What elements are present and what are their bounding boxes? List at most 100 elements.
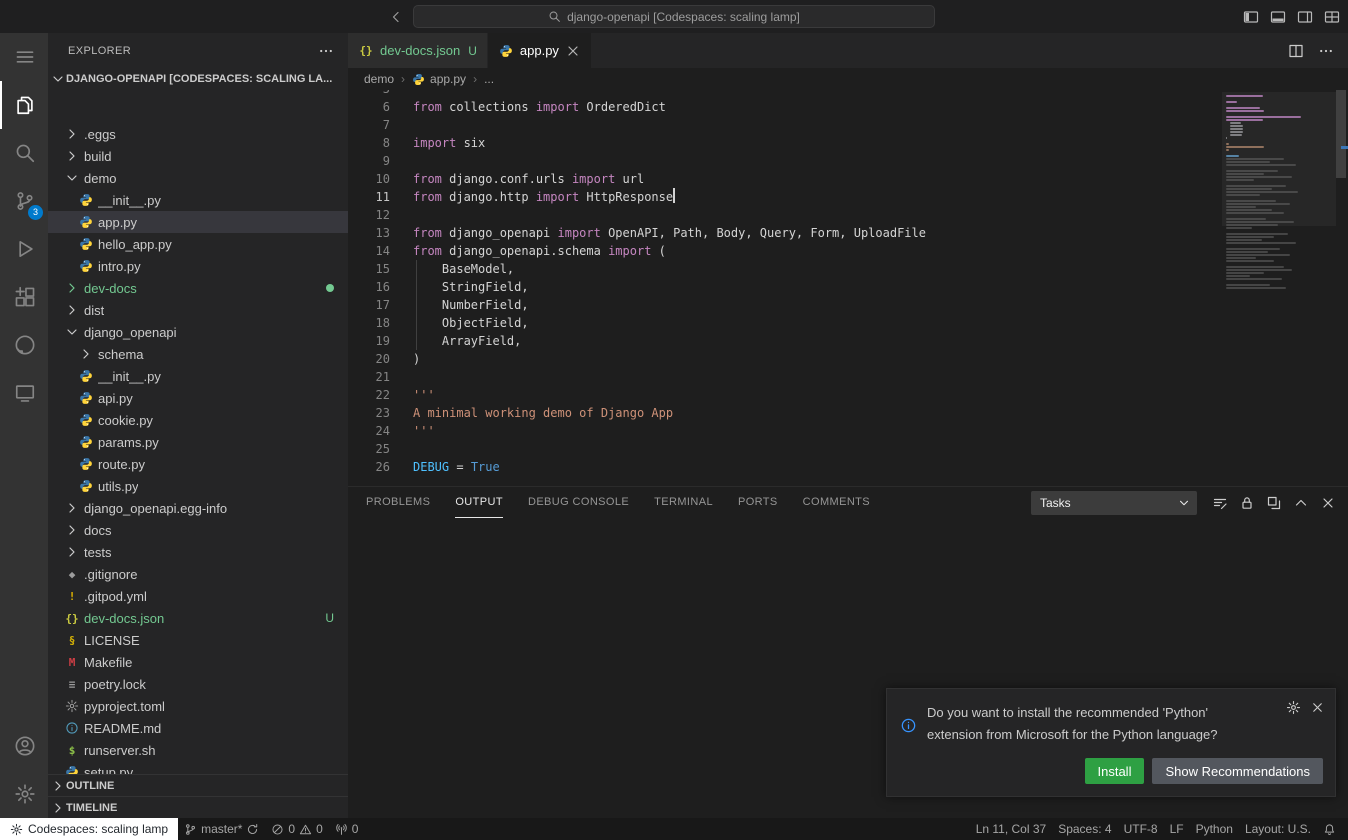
tree-item-params.py[interactable]: params.py [48, 431, 348, 453]
tree-item-__init__.py[interactable]: __init__.py [48, 365, 348, 387]
tree-item-pyproject.toml[interactable]: pyproject.toml [48, 695, 348, 717]
notifications-bell[interactable] [1317, 818, 1342, 840]
open-in-editor-icon[interactable] [1266, 495, 1282, 511]
panel-tabs: PROBLEMS OUTPUT DEBUG CONSOLE TERMINAL PORTS… [366, 487, 895, 518]
activity-bar-bottom [0, 722, 48, 818]
explorer-actions-icon[interactable] [318, 43, 334, 59]
install-button[interactable]: Install [1085, 758, 1145, 784]
tree-item-dev-docs[interactable]: dev-docs [48, 277, 348, 299]
tree-item-.gitpod.yml[interactable]: !.gitpod.yml [48, 585, 348, 607]
tab-app.py[interactable]: app.py [488, 33, 592, 68]
tree-item-dist[interactable]: dist [48, 299, 348, 321]
activity-source-control[interactable]: 3 [0, 177, 48, 225]
chevron-down-icon [64, 170, 80, 186]
panel-tab-problems[interactable]: PROBLEMS [366, 487, 430, 518]
panel-tab-debug-console[interactable]: DEBUG CONSOLE [528, 487, 629, 518]
tree-item-schema[interactable]: schema [48, 343, 348, 365]
tab-dev-docs.json[interactable]: {}dev-docs.jsonU [348, 33, 488, 68]
close-panel-icon[interactable] [1320, 495, 1336, 511]
minimap[interactable] [1226, 92, 1332, 486]
tree-item-tests[interactable]: tests [48, 541, 348, 563]
timeline-section[interactable]: TIMELINE [48, 796, 348, 818]
panel-tab-comments[interactable]: COMMENTS [803, 487, 870, 518]
activity-settings[interactable] [0, 770, 48, 818]
python-icon [78, 434, 94, 450]
more-actions-icon[interactable] [1318, 43, 1334, 59]
tree-item-dev-docs.json[interactable]: {}dev-docs.jsonU [48, 607, 348, 629]
tree-item-intro.py[interactable]: intro.py [48, 255, 348, 277]
activity-explorer[interactable] [0, 81, 48, 129]
code-line: 17 NumberField, [348, 296, 1218, 314]
workspace-root-folder[interactable]: DJANGO-OPENAPI [CODESPACES: SCALING LA..… [48, 68, 348, 90]
code-line: 24''' [348, 422, 1218, 440]
branch-status[interactable]: master* [178, 818, 265, 840]
activity-remote-explorer[interactable] [0, 369, 48, 417]
output-channel-select[interactable]: Tasks [1031, 491, 1197, 515]
tree-item-docs[interactable]: docs [48, 519, 348, 541]
tree-item-api.py[interactable]: api.py [48, 387, 348, 409]
tab-bar-tabs: {}dev-docs.jsonUapp.py [348, 33, 592, 68]
maximize-panel-icon[interactable] [1293, 495, 1309, 511]
keyboard-layout-status[interactable]: Layout: U.S. [1239, 818, 1317, 840]
tree-item-hello_app.py[interactable]: hello_app.py [48, 233, 348, 255]
tree-item-.gitignore[interactable]: ◆.gitignore [48, 563, 348, 585]
code-editor[interactable]: 56from collections import OrderedDict78i… [348, 90, 1348, 486]
panel-tab-terminal[interactable]: TERMINAL [654, 487, 713, 518]
notification-close-icon[interactable] [1310, 700, 1325, 715]
back-icon[interactable] [388, 9, 404, 25]
tree-item-.eggs[interactable]: .eggs [48, 123, 348, 145]
cursor-position-status[interactable]: Ln 11, Col 37 [970, 818, 1053, 840]
tree-item-LICENSE[interactable]: §LICENSE [48, 629, 348, 651]
tree-item-README.md[interactable]: README.md [48, 717, 348, 739]
activity-account[interactable] [0, 722, 48, 770]
code-line: 11from django.http import HttpResponse [348, 188, 1218, 206]
tree-item-cookie.py[interactable]: cookie.py [48, 409, 348, 431]
tree-item-django_openapi[interactable]: django_openapi [48, 321, 348, 343]
toggle-panel-icon[interactable] [1270, 9, 1286, 25]
language-mode-status[interactable]: Python [1190, 818, 1239, 840]
panel-tab-ports[interactable]: PORTS [738, 487, 778, 518]
breadcrumb-item-app.py[interactable]: app.py [412, 72, 466, 86]
tree-item-__init__.py[interactable]: __init__.py [48, 189, 348, 211]
tree-item-Makefile[interactable]: MMakefile [48, 651, 348, 673]
tree-item-build[interactable]: build [48, 145, 348, 167]
indentation-status[interactable]: Spaces: 4 [1052, 818, 1117, 840]
chevron-right-icon [64, 522, 80, 538]
editor-scrollbar[interactable] [1336, 90, 1346, 178]
close-icon[interactable] [565, 43, 581, 59]
panel-tab-output[interactable]: OUTPUT [455, 487, 503, 518]
outline-section[interactable]: OUTLINE [48, 774, 348, 796]
activity-search[interactable] [0, 129, 48, 177]
split-editor-icon[interactable] [1288, 43, 1304, 59]
problems-status[interactable]: 0 0 [265, 818, 328, 840]
remote-indicator[interactable]: Codespaces: scaling lamp [0, 818, 178, 840]
toggle-secondary-sidebar-icon[interactable] [1297, 9, 1313, 25]
activity-menu[interactable] [0, 33, 48, 81]
tree-item-demo[interactable]: demo [48, 167, 348, 189]
search-icon [548, 10, 561, 23]
activity-github[interactable] [0, 321, 48, 369]
tree-item-setup.py[interactable]: setup.py [48, 761, 348, 774]
activity-run-debug[interactable] [0, 225, 48, 273]
breadcrumb-item-demo[interactable]: demo [364, 72, 394, 86]
toggle-sidebar-icon[interactable] [1243, 9, 1259, 25]
explorer-title: EXPLORER [68, 45, 131, 57]
ports-status[interactable]: 0 [329, 818, 365, 840]
tree-item-poetry.lock[interactable]: ≡poetry.lock [48, 673, 348, 695]
tree-item-route.py[interactable]: route.py [48, 453, 348, 475]
customize-layout-icon[interactable] [1324, 9, 1340, 25]
lock-scroll-icon[interactable] [1239, 495, 1255, 511]
tree-item-utils.py[interactable]: utils.py [48, 475, 348, 497]
tree-item-runserver.sh[interactable]: $runserver.sh [48, 739, 348, 761]
breadcrumb-separator: › [473, 72, 477, 86]
tree-item-django_openapi.egg-info[interactable]: django_openapi.egg-info [48, 497, 348, 519]
command-center[interactable]: django-openapi [Codespaces: scaling lamp… [413, 5, 935, 28]
eol-status[interactable]: LF [1164, 818, 1190, 840]
breadcrumb-item-...[interactable]: ... [484, 72, 494, 86]
show-recommendations-button[interactable]: Show Recommendations [1152, 758, 1323, 784]
activity-extensions[interactable] [0, 273, 48, 321]
tree-item-app.py[interactable]: app.py [48, 211, 348, 233]
notification-settings-icon[interactable] [1286, 700, 1301, 715]
encoding-status[interactable]: UTF-8 [1118, 818, 1164, 840]
clear-output-icon[interactable] [1212, 495, 1228, 511]
